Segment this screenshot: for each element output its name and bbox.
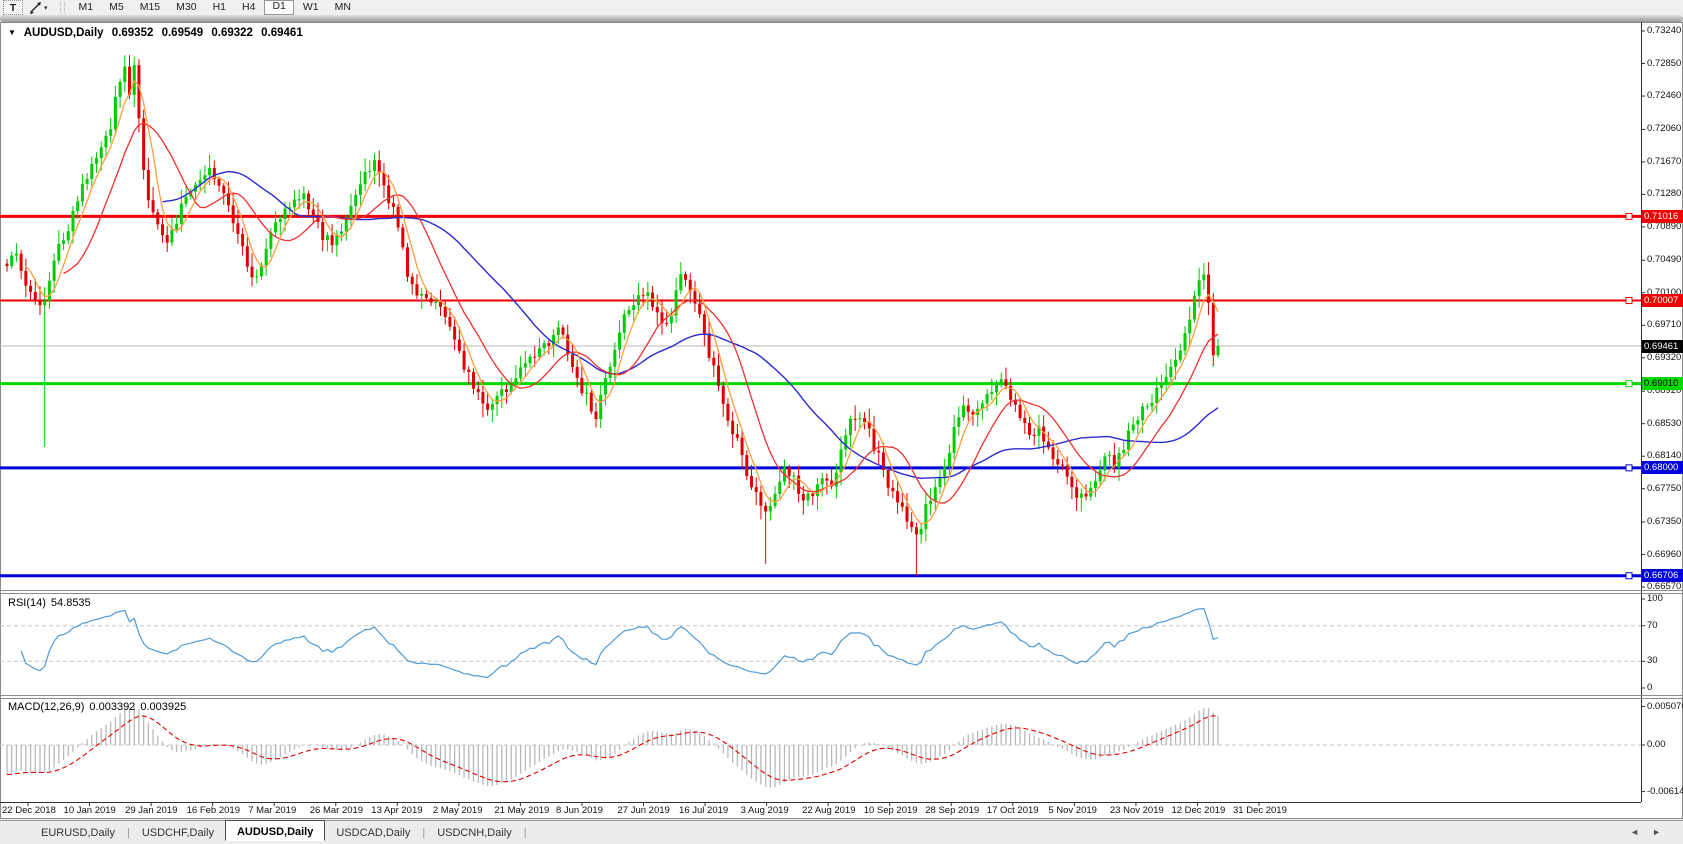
timeframe-button-w1[interactable]: W1 <box>296 1 326 14</box>
timeframe-button-mn[interactable]: MN <box>328 1 358 14</box>
chart-symbol-label: AUDUSD,Daily <box>24 27 104 39</box>
timeframe-button-m15[interactable]: M15 <box>133 1 167 14</box>
tab-scroll-left-icon[interactable]: ◄ <box>1630 827 1639 837</box>
chart-title: ▼ AUDUSD,Daily 0.69352 0.69549 0.69322 0… <box>8 27 303 39</box>
tab-separator: | <box>524 827 527 839</box>
ohlc-open: 0.69352 <box>112 27 154 39</box>
diagonal-arrows-icon <box>29 2 42 14</box>
macd-indicator-label: MACD(12,26,9) 0.003392 0.003925 <box>8 701 191 713</box>
macd-signal-value: 0.003925 <box>140 701 186 713</box>
chart-tabbar: EURUSD,Daily|USDCHF,DailyAUDUSD,DailyUSD… <box>0 820 1683 844</box>
timeframe-button-m1[interactable]: M1 <box>72 1 101 14</box>
chart-tools-button[interactable]: ▾ <box>26 1 51 14</box>
tab-separator: | <box>422 827 425 839</box>
text-tool-button[interactable]: T <box>3 0 23 15</box>
toolbar: T ▾ M1M5M15M30H1H4D1W1MN <box>0 0 1683 15</box>
tab-eurusd[interactable]: EURUSD,Daily <box>30 825 126 841</box>
toolbar-grip[interactable] <box>60 2 65 13</box>
timeframe-button-h1[interactable]: H1 <box>206 1 233 14</box>
rsi-value: 54.8535 <box>51 597 91 609</box>
macd-main-value: 0.003392 <box>89 701 135 713</box>
trading-terminal: T ▾ M1M5M15M30H1H4D1W1MN ▼ AUDUSD,Daily … <box>0 0 1683 844</box>
timeframe-group: M1M5M15M30H1H4D1W1MN <box>71 0 359 15</box>
tab-audusd[interactable]: AUDUSD,Daily <box>225 820 325 841</box>
timeframe-button-m5[interactable]: M5 <box>102 1 131 14</box>
dropdown-caret-icon: ▾ <box>44 4 48 12</box>
ohlc-low: 0.69322 <box>211 27 253 39</box>
tab-usdcnh[interactable]: USDCNH,Daily <box>426 825 523 841</box>
rsi-indicator-label: RSI(14) 54.8535 <box>8 597 96 609</box>
timeframe-button-m30[interactable]: M30 <box>169 1 203 14</box>
chart-window[interactable] <box>0 22 1683 819</box>
macd-name: MACD(12,26,9) <box>8 701 84 713</box>
tab-scroll-right-icon[interactable]: ► <box>1652 827 1661 837</box>
rsi-name: RSI(14) <box>8 597 46 609</box>
toolbar-divider <box>0 15 1683 22</box>
timeframe-button-d1[interactable]: D1 <box>264 0 293 15</box>
ohlc-close: 0.69461 <box>261 27 303 39</box>
chart-menu-caret-icon[interactable]: ▼ <box>8 28 16 37</box>
tab-list: EURUSD,Daily|USDCHF,DailyAUDUSD,DailyUSD… <box>30 825 528 841</box>
timeframe-button-h4[interactable]: H4 <box>235 1 262 14</box>
ohlc-high: 0.69549 <box>162 27 204 39</box>
tab-separator: | <box>127 827 130 839</box>
tab-usdcad[interactable]: USDCAD,Daily <box>325 825 421 841</box>
tab-usdchf[interactable]: USDCHF,Daily <box>131 825 225 841</box>
